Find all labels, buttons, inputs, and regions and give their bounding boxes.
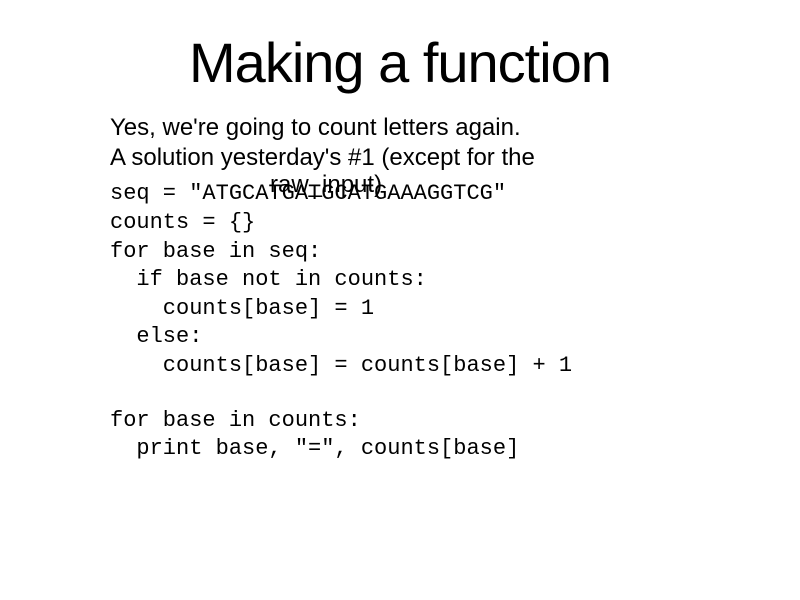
code-line-1: seq = "ATGCATGATGCATGAAAGGTCG" — [110, 181, 506, 206]
intro-line-1: Yes, we're going to count letters again. — [110, 113, 710, 143]
slide-container: Making a function Yes, we're going to co… — [0, 0, 800, 484]
code-block-1: counts = {} for base in seq: if base not… — [110, 209, 730, 381]
intro-text: Yes, we're going to count letters again.… — [110, 113, 710, 173]
code-block-2: for base in counts: print base, "=", cou… — [110, 407, 730, 464]
intro-line-2: A solution yesterday's #1 (except for th… — [110, 143, 710, 173]
slide-title: Making a function — [70, 30, 730, 95]
overlap-region: raw_input) seq = "ATGCATGATGCATGAAAGGTCG… — [110, 175, 730, 209]
